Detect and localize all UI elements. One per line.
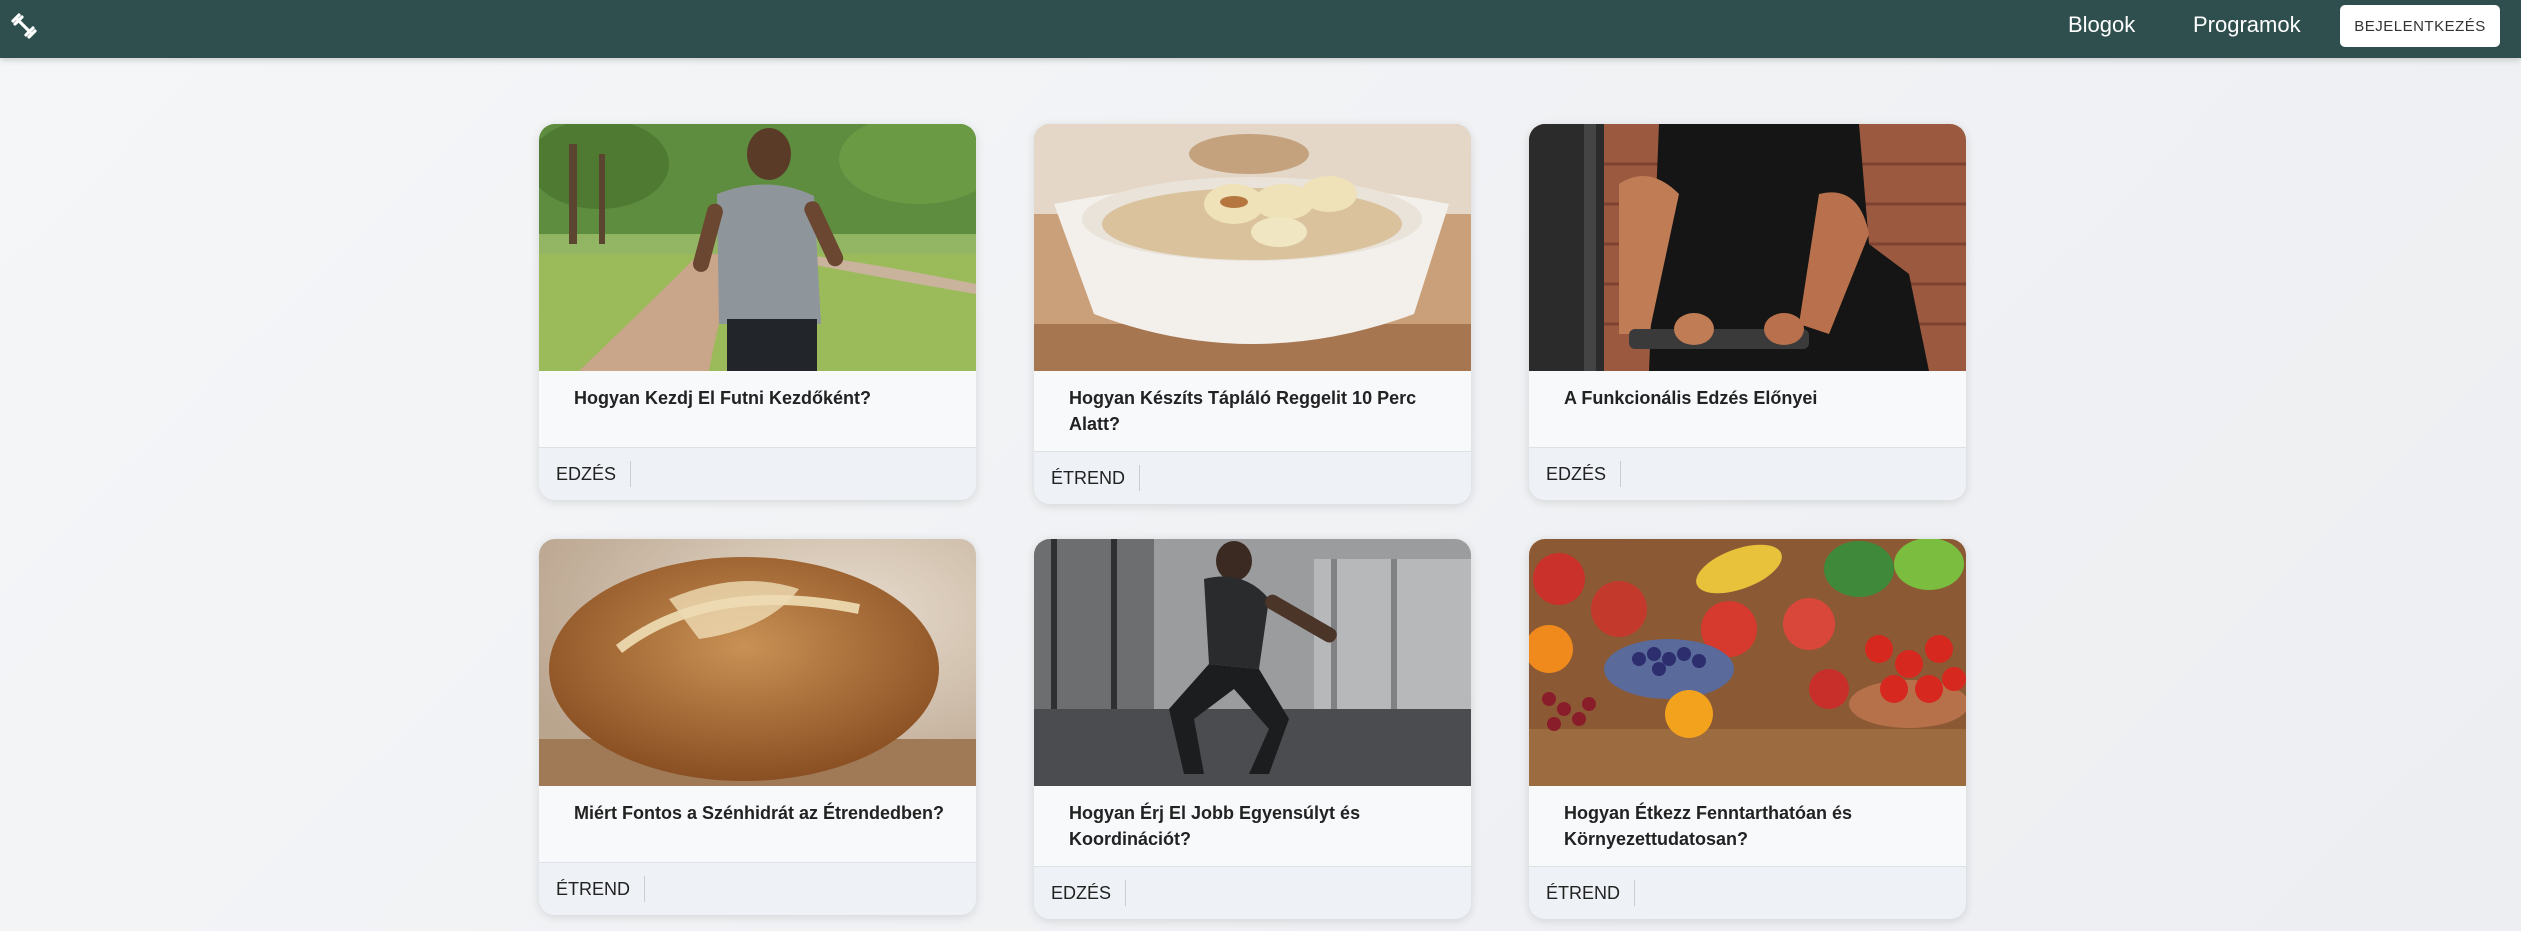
nav-link-programs[interactable]: Programok <box>2193 0 2301 50</box>
blog-card[interactable]: Hogyan Érj El Jobb Egyensúlyt és Koordin… <box>1034 539 1471 919</box>
gym-workout-photo[interactable] <box>1529 124 1966 371</box>
balance-squat-photo[interactable] <box>1034 539 1471 786</box>
card-title[interactable]: Hogyan Kezdj El Futni Kezdőként? <box>539 371 976 411</box>
card-title[interactable]: Hogyan Készíts Tápláló Reggelit 10 Perc … <box>1034 371 1471 437</box>
card-footer: ÉTREND <box>539 862 976 915</box>
card-footer: ÉTREND <box>1529 866 1966 919</box>
card-footer: EDZÉS <box>1034 866 1471 919</box>
blog-card[interactable]: Hogyan Készíts Tápláló Reggelit 10 Perc … <box>1034 124 1471 504</box>
blog-card[interactable]: A Funkcionális Edzés Előnyei EDZÉS <box>1529 124 1966 500</box>
oatmeal-with-banana-photo[interactable] <box>1034 124 1471 371</box>
category-tag[interactable]: ÉTREND <box>1051 465 1141 491</box>
dumbbell-icon[interactable] <box>8 10 40 42</box>
blog-card[interactable]: Hogyan Kezdj El Futni Kezdőként? EDZÉS <box>539 124 976 500</box>
card-footer: ÉTREND <box>1034 451 1471 504</box>
card-footer: EDZÉS <box>539 447 976 500</box>
category-tag[interactable]: EDZÉS <box>1051 880 1127 906</box>
category-tag[interactable]: ÉTREND <box>556 876 646 902</box>
card-title[interactable]: A Funkcionális Edzés Előnyei <box>1529 371 1966 411</box>
runner-in-park-photo[interactable] <box>539 124 976 371</box>
card-title[interactable]: Hogyan Étkezz Fenntarthatóan és Környeze… <box>1529 786 1966 852</box>
blog-card[interactable]: Miért Fontos a Szénhidrát az Étrendedben… <box>539 539 976 915</box>
login-button[interactable]: BEJELENTKEZÉS <box>2340 5 2500 47</box>
category-tag[interactable]: EDZÉS <box>1546 461 1622 487</box>
nav-link-blogs[interactable]: Blogok <box>2068 0 2135 50</box>
card-title[interactable]: Hogyan Érj El Jobb Egyensúlyt és Koordin… <box>1034 786 1471 852</box>
top-navbar: Blogok Programok BEJELENTKEZÉS <box>0 0 2521 58</box>
blog-card[interactable]: Hogyan Étkezz Fenntarthatóan és Környeze… <box>1529 539 1966 919</box>
category-tag[interactable]: ÉTREND <box>1546 880 1636 906</box>
fruits-vegetables-photo[interactable] <box>1529 539 1966 786</box>
card-title[interactable]: Miért Fontos a Szénhidrát az Étrendedben… <box>539 786 976 826</box>
card-footer: EDZÉS <box>1529 447 1966 500</box>
category-tag[interactable]: EDZÉS <box>556 461 632 487</box>
bread-loaf-photo[interactable] <box>539 539 976 786</box>
